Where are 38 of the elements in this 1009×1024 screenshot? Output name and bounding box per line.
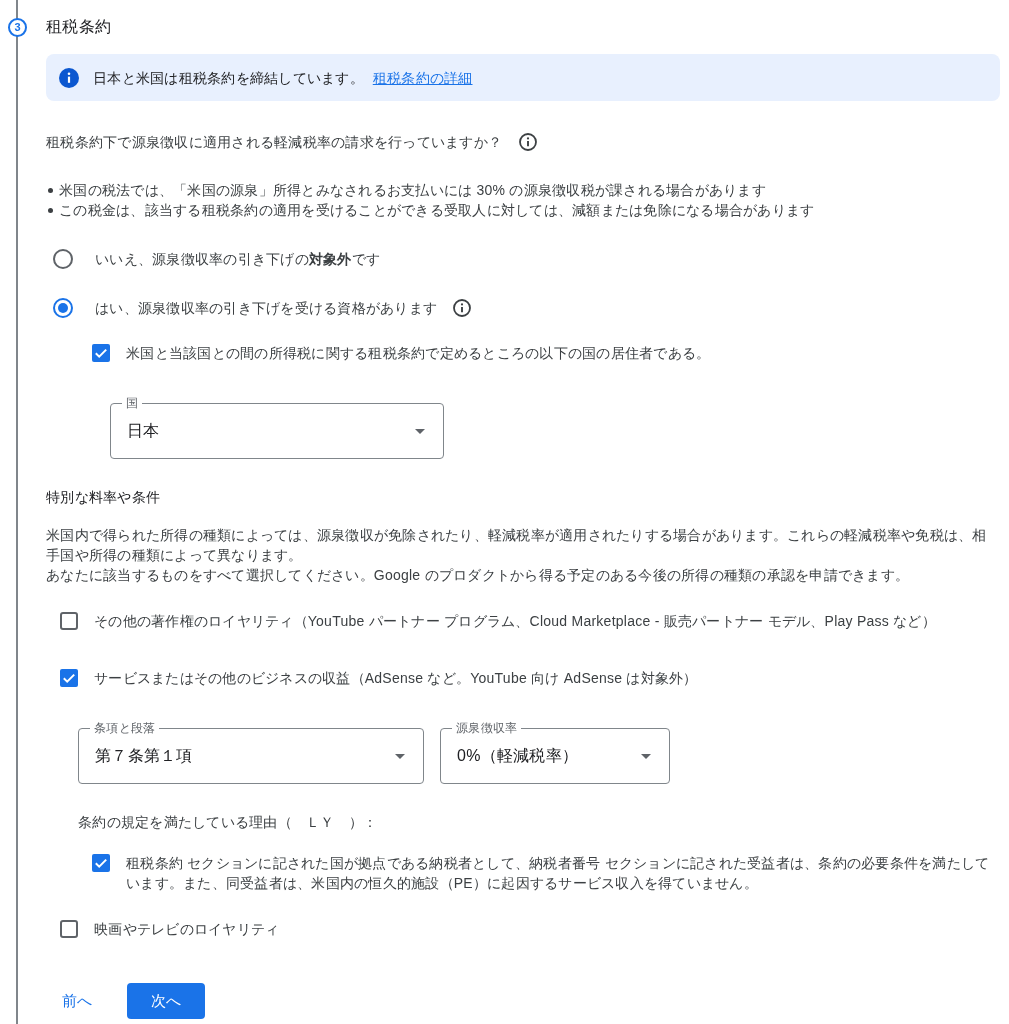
caret-icon	[395, 753, 405, 759]
section-title: 租税条約	[46, 17, 111, 37]
bullet-icon	[48, 207, 53, 213]
checkbox-label[interactable]: 租税条約 セクションに記された国が拠点である納税者として、納税者番号 セクションに記された受益者は、条約の必要条件を満たしています。また、同受益者は、米国内の恒久的施設（PE）に起因するサービス収入を得ていません。	[126, 853, 996, 893]
section-heading: 特別な料率や条件	[46, 488, 160, 507]
note-text: この税金は、該当する租税条約の適用を受けることができる受取人に対しては、減額または免除になる場合があります	[59, 201, 815, 220]
bullet-icon	[48, 187, 53, 193]
banner-text: 日本と米国は租税条約を締結しています。	[93, 68, 364, 88]
dropdown-label: 国	[122, 397, 143, 409]
treaty-details-link[interactable]: 租税条約の詳細	[372, 67, 473, 88]
checkbox-label[interactable]: その他の著作権のロイヤリティ（YouTube パートナー プログラム、Cloud Marketplace - 販売パートナー モデル、Play Pass など）	[94, 611, 936, 631]
caret-icon	[641, 753, 651, 759]
step-number: 3	[8, 18, 27, 37]
description-text: 米国内で得られた所得の種類によっては、源泉徴収が免除されたり、軽減税率が適用されたりする場合があります。これらの軽減税率や免税は、相手国や所得の種類によって異なります。	[46, 526, 988, 565]
dropdown-label: 源泉徴収率	[452, 722, 522, 734]
checkbox-label[interactable]: 映画やテレビのロイヤリティ	[94, 919, 280, 939]
reason-heading: 条約の規定を満たしている理由（ ＬＹ ）：	[78, 813, 378, 832]
checkbox[interactable]	[60, 920, 78, 938]
radio-button[interactable]	[53, 298, 73, 318]
info-icon	[59, 67, 79, 88]
checkbox[interactable]	[60, 669, 78, 687]
dropdown-label: 条項と段落	[90, 722, 160, 734]
checkbox[interactable]	[92, 344, 110, 362]
checkbox[interactable]	[92, 854, 110, 872]
next-button[interactable]: 次へ	[126, 983, 205, 1019]
checkbox-label[interactable]: サービスまたはその他のビジネスの収益（AdSense など。YouTube 向け AdSense は対象外）	[94, 668, 698, 688]
question-text: 租税条約下で源泉徴収に適用される軽減税率の請求を行っていますか？	[46, 133, 502, 152]
option-label[interactable]: はい、源泉徴収率の引き下げを受ける資格があります	[95, 298, 437, 318]
caret-icon	[415, 428, 425, 434]
note-text: 米国の税法では、「米国の源泉」所得とみなされるお支払いには 30% の源泉徴収税が課される場合があります	[59, 181, 766, 200]
option-label[interactable]: いいえ、源泉徴収率の引き下げの対象外です	[95, 249, 380, 269]
info-icon[interactable]	[519, 133, 537, 151]
radio-button[interactable]	[53, 249, 73, 269]
checkbox[interactable]	[60, 612, 78, 630]
info-icon[interactable]	[453, 299, 471, 317]
back-button[interactable]: 前へ	[52, 983, 103, 1019]
description-text: あなたに該当するものをすべて選択してください。Google のプロダクトから得る予定のある今後の所得の種類の承認を申請できます。	[46, 566, 911, 585]
checkbox-label[interactable]: 米国と当該国との間の所得税に関する租税条約で定めるところの以下の国の居住者である。	[126, 343, 711, 363]
